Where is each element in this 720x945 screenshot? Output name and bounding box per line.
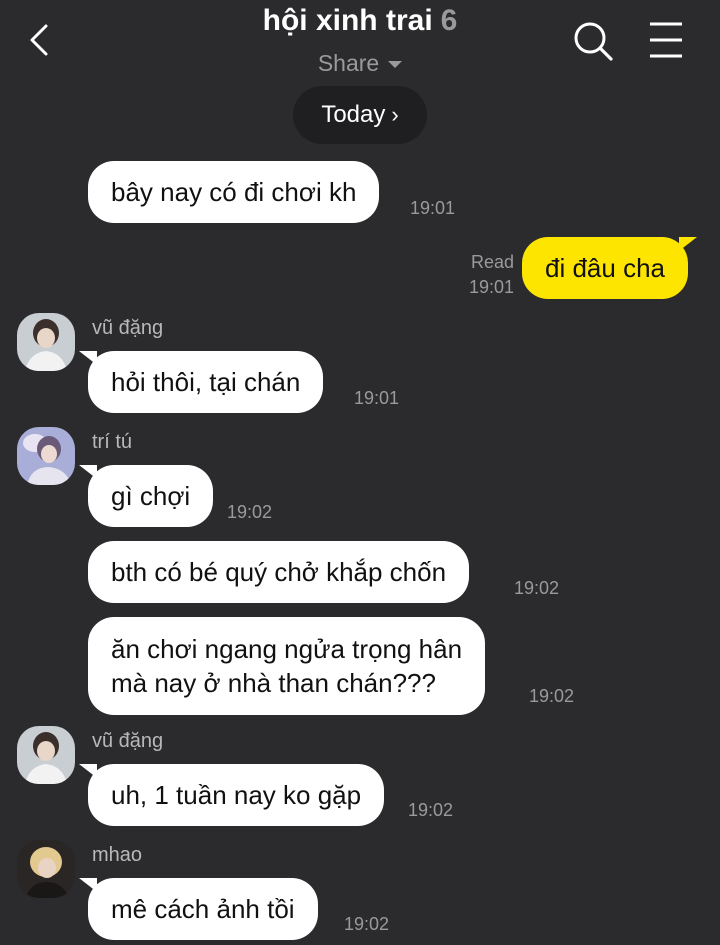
message-time: 19:01: [410, 198, 456, 218]
message-time: 19:02: [514, 578, 560, 598]
message-text-line: ăn chơi ngang ngửa trọng hân: [111, 634, 463, 664]
caret-down-icon: [388, 61, 403, 69]
message-text: hỏi thôi, tại chán: [111, 367, 301, 397]
message-text: bây nay có đi chơi kh: [111, 177, 357, 207]
message-text: bth có bé quý chở khắp chốn: [111, 557, 447, 587]
avatar-vu-dang[interactable]: [17, 726, 75, 784]
message-time: 19:01: [468, 277, 514, 297]
search-icon: [574, 22, 613, 61]
message-bubble[interactable]: bth có bé quý chở khắp chốn: [88, 541, 470, 603]
menu-icon: [650, 22, 682, 58]
share-label: Share: [317, 50, 380, 76]
message-time: 19:02: [408, 800, 454, 820]
sender-name: trí tú: [92, 431, 133, 453]
chevron-right-icon: ›: [391, 102, 399, 127]
sender-name: mhao: [92, 844, 143, 866]
chat-name: hội xinh trai: [262, 4, 433, 37]
message-time: 19:02: [529, 686, 575, 706]
sender-name: vũ đặng: [92, 730, 164, 752]
date-label: Today: [321, 101, 386, 128]
menu-button[interactable]: [646, 20, 686, 60]
message-text: uh, 1 tuần nay ko gặp: [111, 780, 362, 810]
message-text: đi đâu cha: [545, 253, 665, 283]
read-receipt: Read 19:01: [466, 250, 514, 300]
message-bubble[interactable]: mê cách ảnh tồi: [79, 878, 318, 940]
avatar-image: [17, 427, 75, 485]
message-text-line: mà nay ở nhà than chán???: [111, 668, 436, 698]
message-bubble[interactable]: hỏi thôi, tại chán: [78, 351, 324, 413]
message-time: 19:02: [227, 502, 273, 522]
read-status: Read: [470, 252, 514, 272]
message-bubble[interactable]: ăn chơi ngang ngửa trọng hân mà nay ở nh…: [88, 617, 486, 715]
message-bubble[interactable]: gì chợi: [78, 465, 214, 527]
avatar-mhao[interactable]: [17, 840, 75, 898]
avatar-image: [17, 313, 75, 371]
message-time: 19:01: [354, 388, 400, 408]
message-bubble[interactable]: uh, 1 tuần nay ko gặp: [78, 764, 385, 826]
avatar-tri-tu[interactable]: [17, 427, 75, 485]
search-button[interactable]: [570, 18, 616, 64]
date-divider-today[interactable]: Today ›: [293, 86, 427, 144]
message-time: 19:02: [344, 914, 390, 934]
sender-name: vũ đặng: [92, 317, 164, 339]
avatar-image: [17, 840, 75, 898]
message-bubble[interactable]: bây nay có đi chơi kh: [88, 161, 380, 223]
member-count: 6: [440, 4, 458, 37]
avatar-image: [17, 726, 75, 784]
my-message-bubble[interactable]: đi đâu cha: [522, 237, 697, 299]
message-text: gì chợi: [111, 481, 191, 511]
avatar-vu-dang[interactable]: [17, 313, 75, 371]
message-text: mê cách ảnh tồi: [111, 894, 295, 924]
